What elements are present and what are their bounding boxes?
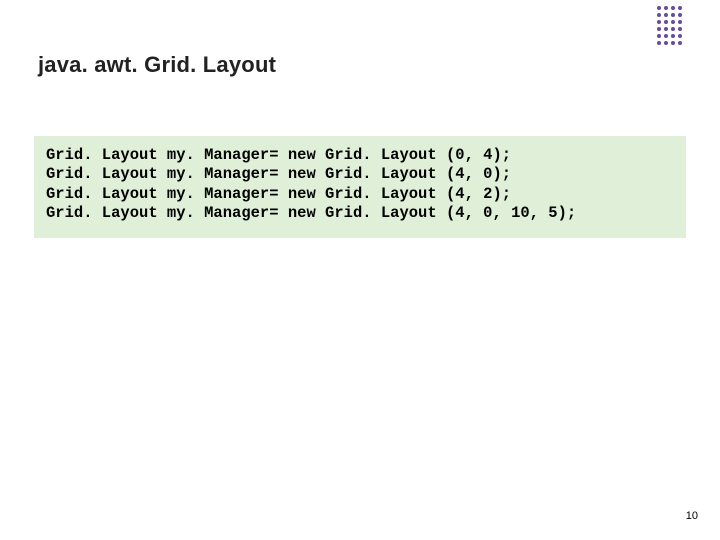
code-block: Grid. Layout my. Manager= new Grid. Layo…: [34, 136, 686, 238]
code-line: Grid. Layout my. Manager= new Grid. Layo…: [46, 146, 674, 165]
code-line: Grid. Layout my. Manager= new Grid. Layo…: [46, 165, 674, 184]
page-number: 10: [686, 510, 698, 522]
code-line: Grid. Layout my. Manager= new Grid. Layo…: [46, 185, 674, 204]
slide: java. awt. Grid. Layout Grid. Layout my.…: [0, 0, 720, 540]
slide-title: java. awt. Grid. Layout: [38, 52, 276, 78]
code-line: Grid. Layout my. Manager= new Grid. Layo…: [46, 204, 674, 223]
corner-dot-decoration: [657, 6, 682, 45]
